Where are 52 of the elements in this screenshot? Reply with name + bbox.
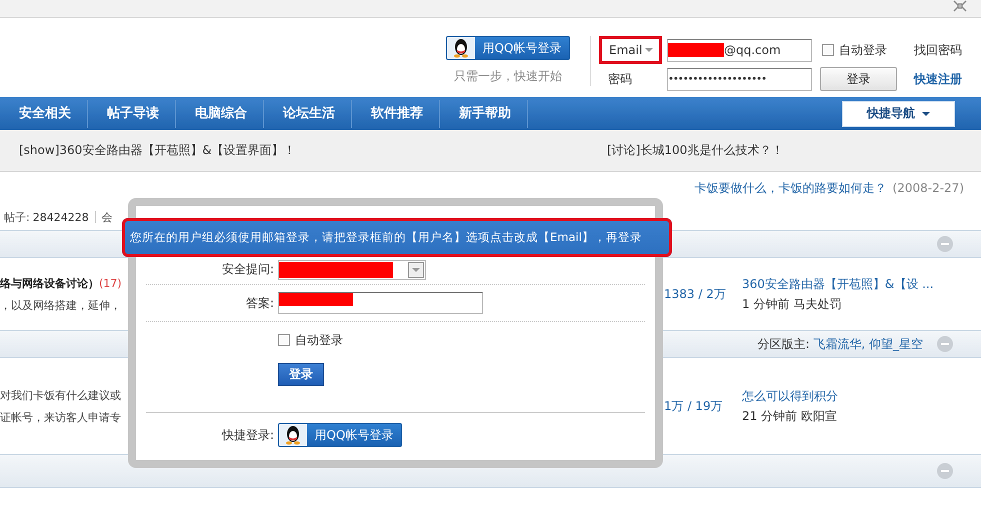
nav-item[interactable]: 软件推荐: [352, 100, 440, 128]
recover-password-link[interactable]: 找回密码: [907, 42, 965, 58]
announcement-link[interactable]: 卡饭要做什么，卡饭的路要如何走？: [694, 180, 887, 196]
quick-nav-button[interactable]: 快捷导航: [842, 100, 955, 126]
dialog-login-button[interactable]: 登录: [278, 363, 324, 386]
last-post-link[interactable]: 360安全路由器【开苞照】&【设 ...: [742, 276, 981, 292]
posts-label: 帖子:: [4, 210, 30, 224]
auto-login-checkbox[interactable]: [822, 44, 834, 56]
nav-item[interactable]: 电脑综合: [176, 100, 264, 128]
collapse-icon[interactable]: [937, 236, 953, 252]
auto-login-label: 自动登录: [839, 42, 887, 58]
notice-link[interactable]: [show]360安全路由器【开苞照】&【设置界面】！: [19, 142, 607, 159]
password-label: 密码: [607, 70, 633, 88]
account-field[interactable]: @qq.com: [667, 38, 812, 62]
qq-login-button[interactable]: 用QQ帐号登录: [446, 36, 570, 60]
forum-description: ，以及网络搭建，延伸，: [0, 298, 121, 312]
register-link[interactable]: 快速注册: [907, 70, 965, 88]
members-label: 会: [102, 210, 113, 224]
nav-item[interactable]: 帖子导读: [88, 100, 176, 128]
auto-login-label: 自动登录: [295, 332, 343, 348]
forum-stats: 1383 / 2万: [664, 286, 727, 302]
moderators-label: 分区版主: 飞霜流华, 仰望_星空: [757, 336, 923, 352]
forum-stats: 1万 / 19万: [664, 398, 724, 414]
collapse-icon[interactable]: [937, 336, 953, 352]
collapse-icon[interactable]: [937, 463, 953, 479]
quick-login-label: 快捷登录:: [222, 426, 275, 444]
login-button[interactable]: 登录: [820, 67, 897, 91]
nav-item[interactable]: 安全相关: [0, 100, 88, 128]
last-post-link[interactable]: 怎么可以得到积分: [742, 388, 981, 404]
answer-label: 答案:: [246, 294, 275, 312]
answer-field[interactable]: [278, 292, 483, 314]
forum-description: 证帐号，来访客人申请专: [0, 410, 121, 424]
notice-link[interactable]: [讨论]长城100兆是什么技术？！: [607, 142, 981, 159]
password-field[interactable]: ••••••••••••••••••••: [667, 68, 812, 90]
shrink-icon[interactable]: [953, 0, 967, 12]
login-message: 您所在的用户组必须使用邮箱登录，请把登录框前的【用户名】选项点击改成【Email】，再登录: [122, 218, 672, 257]
nav-item[interactable]: 新手帮助: [440, 100, 528, 128]
account-type-select[interactable]: Email: [599, 36, 662, 64]
penguin-icon: [284, 425, 302, 445]
nav-item[interactable]: 论坛生活: [264, 100, 352, 128]
last-post-time: 1 分钟前 马夫处罚: [742, 296, 842, 312]
penguin-icon: [452, 38, 470, 58]
question-label: 安全提问:: [222, 261, 275, 278]
forum-title[interactable]: 络与网络设备讨论）(17): [0, 276, 122, 290]
announcement-date: (2008-2-27): [892, 181, 964, 195]
qq-login-button[interactable]: 用QQ帐号登录: [278, 423, 402, 447]
last-post-time: 21 分钟前 欧阳宣: [742, 408, 838, 424]
posts-count: 28424228: [32, 210, 89, 224]
question-select[interactable]: [278, 260, 426, 280]
forum-description: 对我们卡饭有什么建议或: [0, 388, 121, 402]
qq-login-hint: 只需一步，快速开始: [454, 68, 562, 85]
auto-login-checkbox[interactable]: [278, 334, 290, 346]
